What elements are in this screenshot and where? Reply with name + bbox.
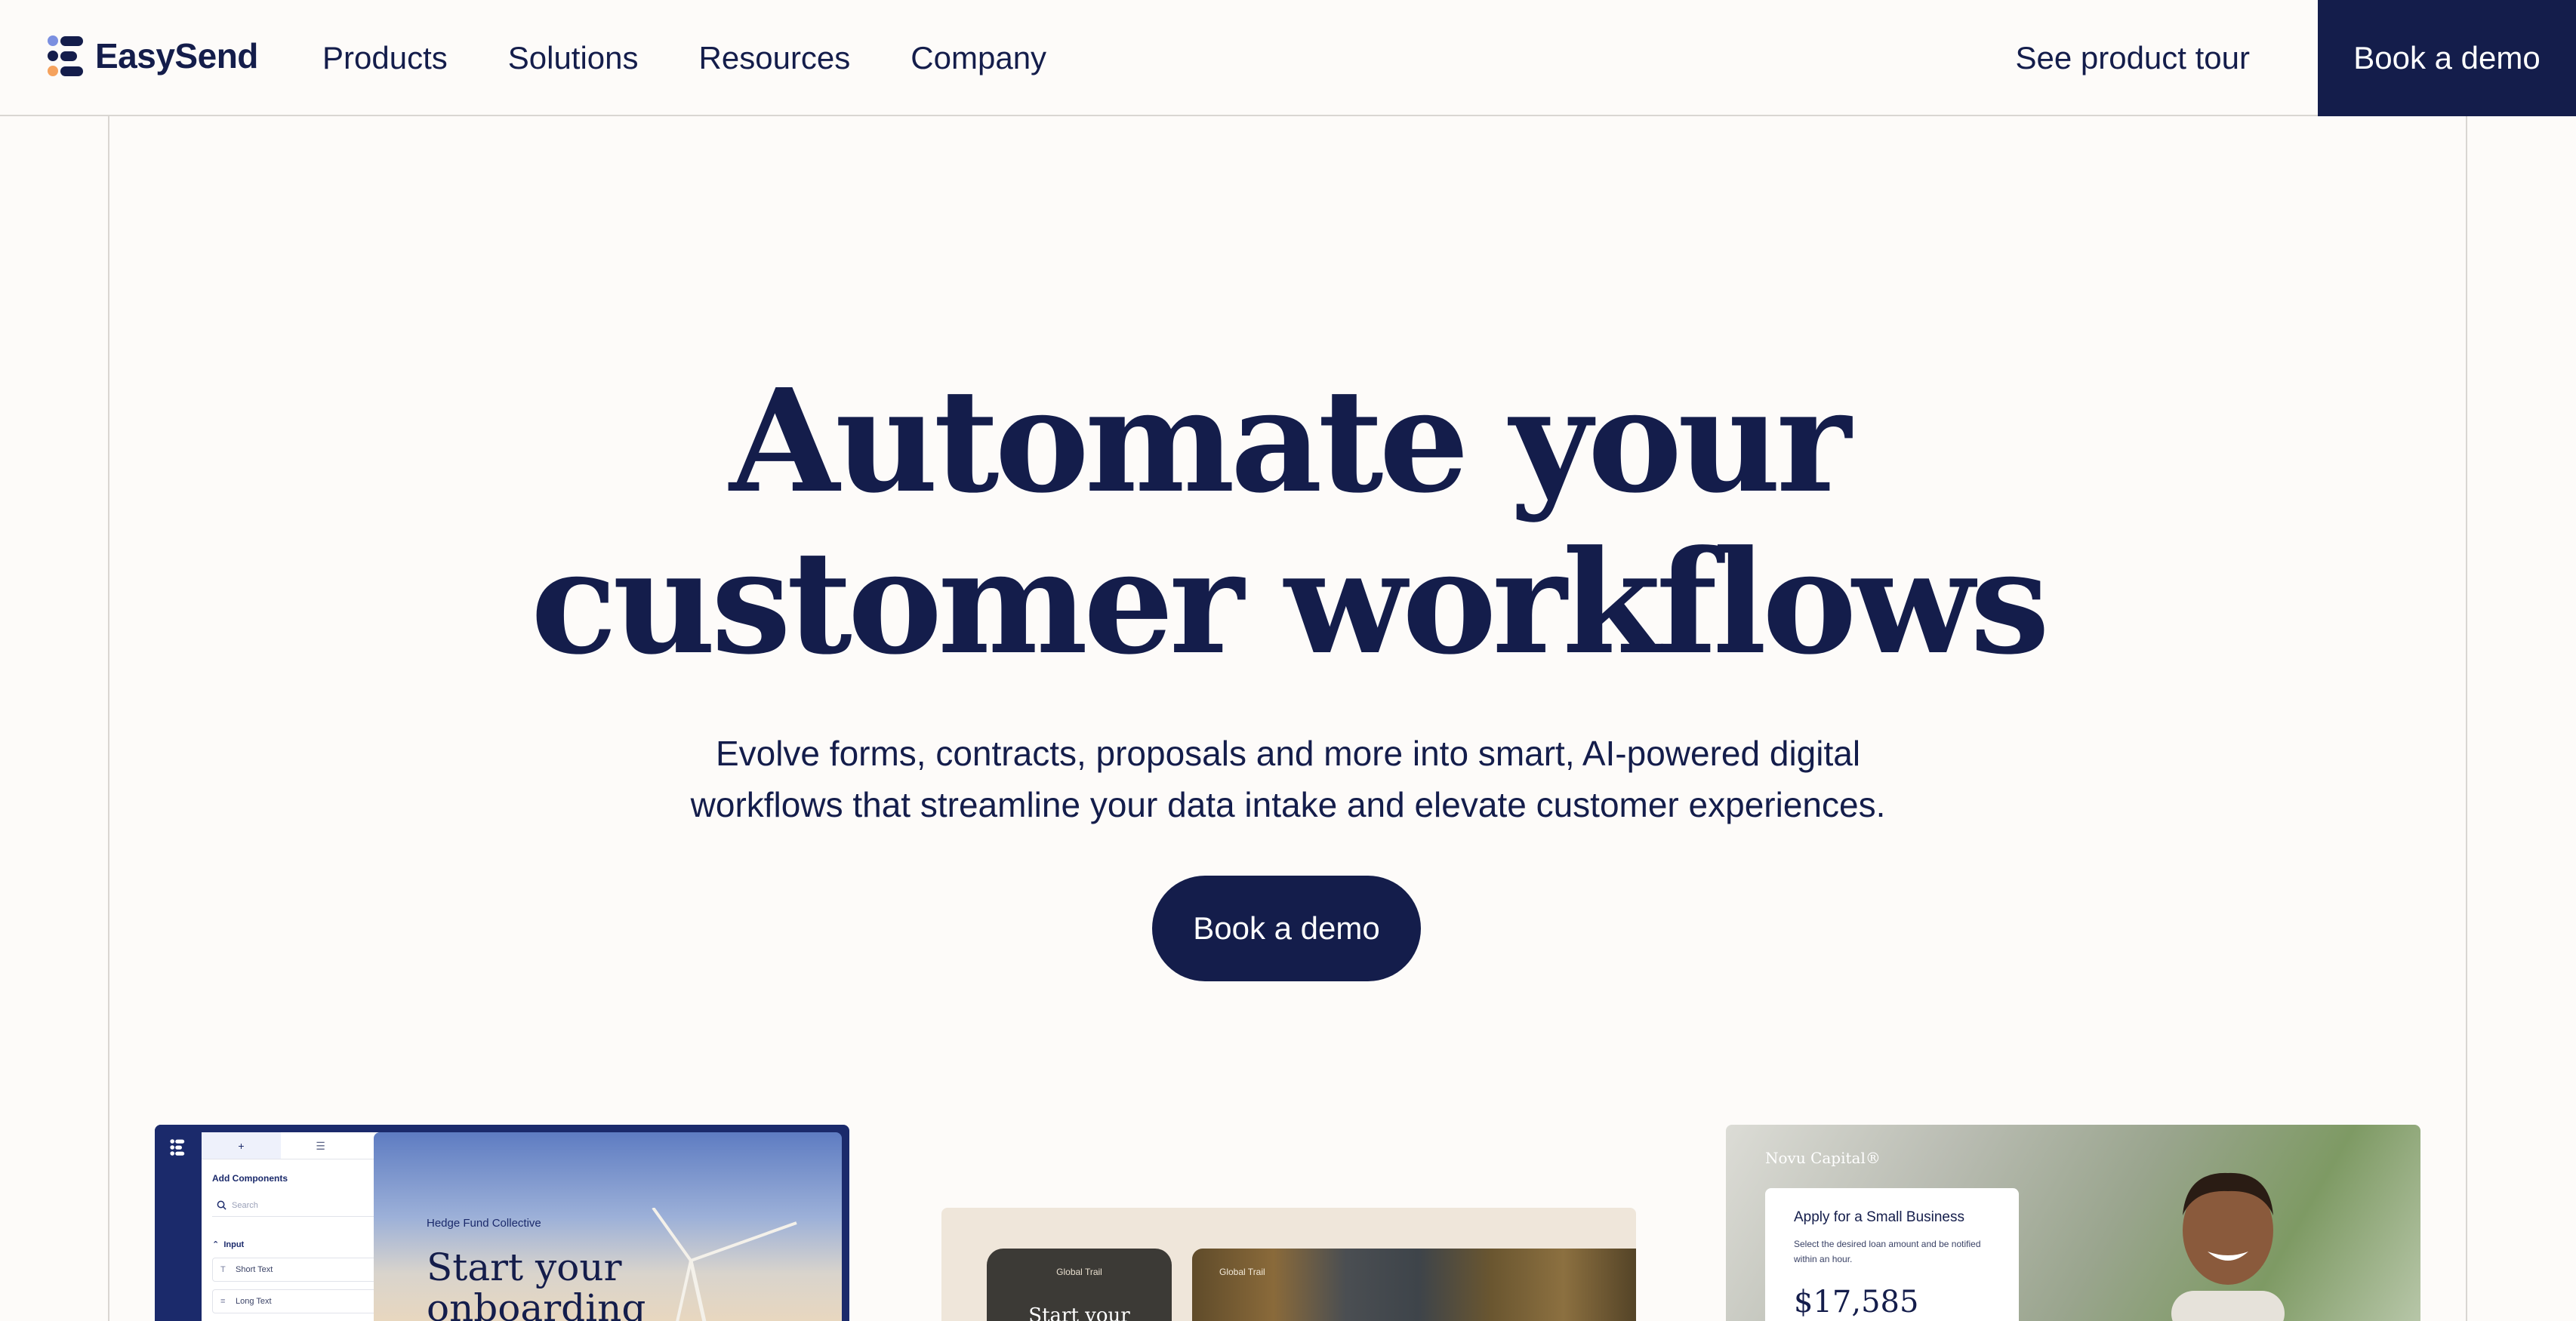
form-preview: Hedge Fund Collective Start your onboard… bbox=[374, 1132, 842, 1321]
tab-add-icon[interactable]: + bbox=[202, 1132, 281, 1159]
top-nav: EasySend Products Solutions Resources Co… bbox=[0, 0, 2576, 116]
hero-subtitle-line-2: workflows that streamline your data inta… bbox=[690, 785, 1886, 824]
preview-org-name: Hedge Fund Collective bbox=[427, 1217, 541, 1230]
paragraph-icon: ≡ bbox=[220, 1297, 226, 1306]
brand-logo[interactable]: EasySend bbox=[47, 33, 258, 79]
hero-subtitle: Evolve forms, contracts, proposals and m… bbox=[0, 728, 2576, 830]
preview-headline-line-1: Start your bbox=[427, 1246, 622, 1289]
frame-line-right bbox=[2466, 116, 2467, 1321]
mobile-preview: Global Trail Start your bbox=[987, 1249, 1172, 1321]
desktop-brand-label: Global Trail bbox=[1219, 1267, 1265, 1277]
nav-item-resources[interactable]: Resources bbox=[699, 40, 851, 76]
smiling-woman-photo bbox=[2171, 1172, 2285, 1321]
hero-subtitle-line-1: Evolve forms, contracts, proposals and m… bbox=[715, 734, 1861, 773]
mobile-brand-label: Global Trail bbox=[1056, 1267, 1102, 1277]
preview-headline-line-2: onboarding bbox=[427, 1286, 646, 1321]
component-group-label: ⌃ Input bbox=[212, 1239, 244, 1249]
nav-item-solutions[interactable]: Solutions bbox=[508, 40, 639, 76]
brand-name: EasySend bbox=[95, 36, 258, 75]
main-menu: Products Solutions Resources Company bbox=[322, 0, 1107, 116]
hero-title-line-2: customer workflows bbox=[530, 519, 2050, 686]
builder-preview-card: + ☰ ⇄ ✎ Add Components Search ⌃ Input T … bbox=[155, 1125, 849, 1321]
lender-brand: Novu Capital® bbox=[1765, 1149, 1881, 1167]
nav-item-company[interactable]: Company bbox=[911, 40, 1046, 76]
hero-book-demo-button[interactable]: Book a demo bbox=[1152, 876, 1421, 981]
wind-turbine-image bbox=[652, 1208, 797, 1321]
easysend-logo-icon bbox=[48, 35, 83, 76]
loan-amount: $17,585 bbox=[1794, 1285, 1919, 1319]
mobile-headline: Start your bbox=[1028, 1304, 1130, 1321]
form-description: Select the desired loan amount and be no… bbox=[1794, 1239, 1981, 1264]
preview-headline: Start your onboarding bbox=[427, 1247, 646, 1321]
panel-title: Add Components bbox=[212, 1173, 288, 1184]
hero-title-line-1: Automate your bbox=[729, 358, 1851, 525]
nav-item-products[interactable]: Products bbox=[322, 40, 448, 76]
easysend-logo-icon bbox=[170, 1139, 185, 1156]
search-placeholder: Search bbox=[232, 1201, 258, 1210]
loan-preview-card: Novu Capital® Apply for a Small Business… bbox=[1726, 1125, 2420, 1321]
builder-sidebar-rail bbox=[155, 1125, 199, 1321]
product-tour-link[interactable]: See product tour bbox=[2015, 0, 2250, 116]
text-icon: T bbox=[220, 1265, 226, 1274]
loan-application-form: Apply for a Small Business Select the de… bbox=[1765, 1188, 2019, 1321]
nav-book-demo-button[interactable]: Book a demo bbox=[2318, 0, 2576, 116]
desktop-preview: Global Trail bbox=[1192, 1249, 1636, 1321]
tab-layers-icon[interactable]: ☰ bbox=[281, 1132, 360, 1159]
group-label: Input bbox=[223, 1240, 245, 1249]
frame-line-left bbox=[108, 116, 109, 1321]
search-icon bbox=[217, 1200, 226, 1210]
chevron-up-icon: ⌃ bbox=[212, 1240, 220, 1249]
form-title: Apply for a Small Business bbox=[1794, 1209, 1964, 1225]
component-item-label: Short Text bbox=[236, 1265, 273, 1274]
hero-title: Automate your customer workflows bbox=[0, 361, 2576, 684]
travel-preview-card: Global Trail Start your Global Trail bbox=[941, 1208, 1636, 1321]
component-item-label: Long Text bbox=[236, 1297, 272, 1306]
